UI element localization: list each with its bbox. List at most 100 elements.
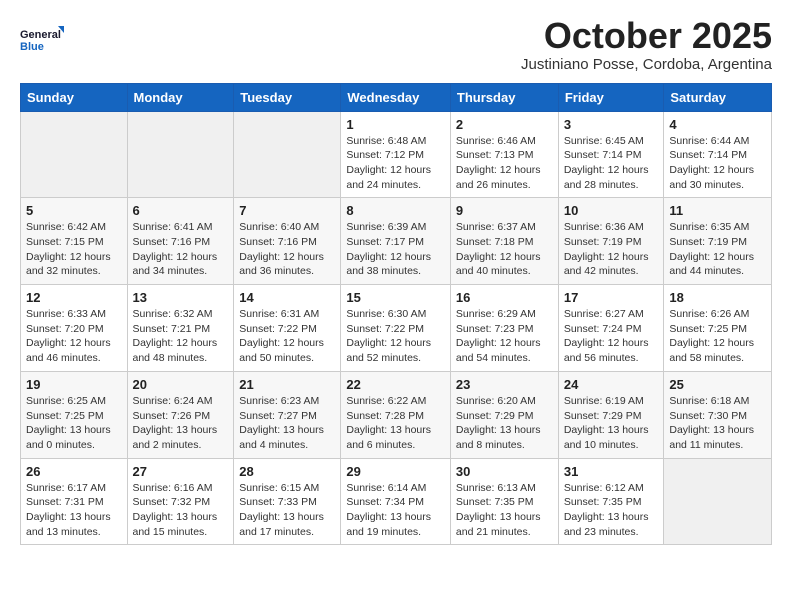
day-number: 27 xyxy=(133,464,229,479)
day-info: Sunrise: 6:30 AM Sunset: 7:22 PM Dayligh… xyxy=(346,307,445,366)
day-info: Sunrise: 6:12 AM Sunset: 7:35 PM Dayligh… xyxy=(564,481,659,540)
calendar-empty-cell xyxy=(21,111,128,198)
day-number: 12 xyxy=(26,290,122,305)
day-info: Sunrise: 6:23 AM Sunset: 7:27 PM Dayligh… xyxy=(239,394,335,453)
calendar-day-27: 27 Sunrise: 6:16 AM Sunset: 7:32 PM Dayli… xyxy=(127,458,234,545)
day-info: Sunrise: 6:31 AM Sunset: 7:22 PM Dayligh… xyxy=(239,307,335,366)
col-header-tuesday: Tuesday xyxy=(234,83,341,111)
calendar-week-row: 19Sunrise: 6:25 AM Sunset: 7:25 PM Dayli… xyxy=(21,371,772,458)
calendar-week-row: 12 Sunrise: 6:33 AM Sunset: 7:20 PM Dayli… xyxy=(21,285,772,372)
calendar-week-row: 1 Sunrise: 6:48 AM Sunset: 7:12 PM Daylig… xyxy=(21,111,772,198)
day-number: 22 xyxy=(346,377,445,392)
calendar-day-28: 28 Sunrise: 6:15 AM Sunset: 7:33 PM Dayli… xyxy=(234,458,341,545)
calendar-day-5: 5 Sunrise: 6:42 AM Sunset: 7:15 PM Daylig… xyxy=(21,198,128,285)
day-number: 2 xyxy=(456,117,553,132)
day-number: 28 xyxy=(239,464,335,479)
header: General Blue October 2025 Justiniano Pos… xyxy=(20,16,772,73)
calendar-week-row: 26 Sunrise: 6:17 AM Sunset: 7:31 PM Dayli… xyxy=(21,458,772,545)
calendar-empty-cell xyxy=(234,111,341,198)
calendar-day-12: 12 Sunrise: 6:33 AM Sunset: 7:20 PM Dayli… xyxy=(21,285,128,372)
day-info: Sunrise: 6:20 AM Sunset: 7:29 PM Dayligh… xyxy=(456,394,553,453)
calendar-day-1: 1 Sunrise: 6:48 AM Sunset: 7:12 PM Daylig… xyxy=(341,111,451,198)
day-number: 29 xyxy=(346,464,445,479)
day-number: 30 xyxy=(456,464,553,479)
day-number: 26 xyxy=(26,464,122,479)
calendar-day-19: 19Sunrise: 6:25 AM Sunset: 7:25 PM Dayli… xyxy=(21,371,128,458)
day-info: Sunrise: 6:19 AM Sunset: 7:29 PM Dayligh… xyxy=(564,394,659,453)
day-number: 14 xyxy=(239,290,335,305)
col-header-monday: Monday xyxy=(127,83,234,111)
day-number: 15 xyxy=(346,290,445,305)
day-info: Sunrise: 6:25 AM Sunset: 7:25 PM Dayligh… xyxy=(26,394,122,453)
day-number: 4 xyxy=(669,117,766,132)
month-title: October 2025 xyxy=(521,16,772,56)
day-number: 3 xyxy=(564,117,659,132)
day-info: Sunrise: 6:15 AM Sunset: 7:33 PM Dayligh… xyxy=(239,481,335,540)
calendar-day-26: 26 Sunrise: 6:17 AM Sunset: 7:31 PM Dayli… xyxy=(21,458,128,545)
day-info: Sunrise: 6:46 AM Sunset: 7:13 PM Dayligh… xyxy=(456,134,553,193)
day-info: Sunrise: 6:45 AM Sunset: 7:14 PM Dayligh… xyxy=(564,134,659,193)
col-header-wednesday: Wednesday xyxy=(341,83,451,111)
logo: General Blue xyxy=(20,16,64,56)
day-number: 1 xyxy=(346,117,445,132)
calendar-day-8: 8 Sunrise: 6:39 AM Sunset: 7:17 PM Daylig… xyxy=(341,198,451,285)
day-info: Sunrise: 6:26 AM Sunset: 7:25 PM Dayligh… xyxy=(669,307,766,366)
calendar-day-4: 4 Sunrise: 6:44 AM Sunset: 7:14 PM Daylig… xyxy=(664,111,772,198)
calendar-day-29: 29 Sunrise: 6:14 AM Sunset: 7:34 PM Dayli… xyxy=(341,458,451,545)
calendar-day-23: 23Sunrise: 6:20 AM Sunset: 7:29 PM Dayli… xyxy=(450,371,558,458)
calendar-day-18: 18 Sunrise: 6:26 AM Sunset: 7:25 PM Dayli… xyxy=(664,285,772,372)
day-info: Sunrise: 6:29 AM Sunset: 7:23 PM Dayligh… xyxy=(456,307,553,366)
day-info: Sunrise: 6:36 AM Sunset: 7:19 PM Dayligh… xyxy=(564,220,659,279)
day-info: Sunrise: 6:14 AM Sunset: 7:34 PM Dayligh… xyxy=(346,481,445,540)
day-info: Sunrise: 6:40 AM Sunset: 7:16 PM Dayligh… xyxy=(239,220,335,279)
calendar-empty-cell xyxy=(664,458,772,545)
day-info: Sunrise: 6:44 AM Sunset: 7:14 PM Dayligh… xyxy=(669,134,766,193)
day-info: Sunrise: 6:39 AM Sunset: 7:17 PM Dayligh… xyxy=(346,220,445,279)
day-info: Sunrise: 6:48 AM Sunset: 7:12 PM Dayligh… xyxy=(346,134,445,193)
calendar-day-6: 6Sunrise: 6:41 AM Sunset: 7:16 PM Daylig… xyxy=(127,198,234,285)
calendar-day-10: 10Sunrise: 6:36 AM Sunset: 7:19 PM Dayli… xyxy=(558,198,664,285)
day-number: 8 xyxy=(346,203,445,218)
day-info: Sunrise: 6:35 AM Sunset: 7:19 PM Dayligh… xyxy=(669,220,766,279)
col-header-sunday: Sunday xyxy=(21,83,128,111)
calendar-day-17: 17 Sunrise: 6:27 AM Sunset: 7:24 PM Dayli… xyxy=(558,285,664,372)
calendar-day-9: 9 Sunrise: 6:37 AM Sunset: 7:18 PM Daylig… xyxy=(450,198,558,285)
calendar-day-21: 21 Sunrise: 6:23 AM Sunset: 7:27 PM Dayli… xyxy=(234,371,341,458)
day-number: 17 xyxy=(564,290,659,305)
calendar-day-20: 20Sunrise: 6:24 AM Sunset: 7:26 PM Dayli… xyxy=(127,371,234,458)
day-number: 18 xyxy=(669,290,766,305)
calendar-table: SundayMondayTuesdayWednesdayThursdayFrid… xyxy=(20,83,772,546)
calendar-day-22: 22 Sunrise: 6:22 AM Sunset: 7:28 PM Dayli… xyxy=(341,371,451,458)
calendar-day-11: 11 Sunrise: 6:35 AM Sunset: 7:19 PM Dayli… xyxy=(664,198,772,285)
day-info: Sunrise: 6:42 AM Sunset: 7:15 PM Dayligh… xyxy=(26,220,122,279)
day-number: 25 xyxy=(669,377,766,392)
day-number: 31 xyxy=(564,464,659,479)
day-number: 20 xyxy=(133,377,229,392)
col-header-friday: Friday xyxy=(558,83,664,111)
calendar-day-30: 30Sunrise: 6:13 AM Sunset: 7:35 PM Dayli… xyxy=(450,458,558,545)
day-number: 24 xyxy=(564,377,659,392)
day-number: 11 xyxy=(669,203,766,218)
calendar-day-3: 3 Sunrise: 6:45 AM Sunset: 7:14 PM Daylig… xyxy=(558,111,664,198)
logo-icon: General Blue xyxy=(20,16,64,56)
day-info: Sunrise: 6:37 AM Sunset: 7:18 PM Dayligh… xyxy=(456,220,553,279)
svg-text:General: General xyxy=(20,29,61,41)
calendar-week-row: 5 Sunrise: 6:42 AM Sunset: 7:15 PM Daylig… xyxy=(21,198,772,285)
day-info: Sunrise: 6:33 AM Sunset: 7:20 PM Dayligh… xyxy=(26,307,122,366)
col-header-thursday: Thursday xyxy=(450,83,558,111)
location: Justiniano Posse, Cordoba, Argentina xyxy=(521,56,772,73)
day-info: Sunrise: 6:17 AM Sunset: 7:31 PM Dayligh… xyxy=(26,481,122,540)
day-info: Sunrise: 6:16 AM Sunset: 7:32 PM Dayligh… xyxy=(133,481,229,540)
title-block: October 2025 Justiniano Posse, Cordoba, … xyxy=(521,16,772,73)
calendar-day-2: 2 Sunrise: 6:46 AM Sunset: 7:13 PM Daylig… xyxy=(450,111,558,198)
day-number: 9 xyxy=(456,203,553,218)
day-info: Sunrise: 6:41 AM Sunset: 7:16 PM Dayligh… xyxy=(133,220,229,279)
calendar-day-13: 13Sunrise: 6:32 AM Sunset: 7:21 PM Dayli… xyxy=(127,285,234,372)
day-number: 21 xyxy=(239,377,335,392)
day-info: Sunrise: 6:27 AM Sunset: 7:24 PM Dayligh… xyxy=(564,307,659,366)
day-info: Sunrise: 6:22 AM Sunset: 7:28 PM Dayligh… xyxy=(346,394,445,453)
day-info: Sunrise: 6:32 AM Sunset: 7:21 PM Dayligh… xyxy=(133,307,229,366)
calendar-day-24: 24 Sunrise: 6:19 AM Sunset: 7:29 PM Dayli… xyxy=(558,371,664,458)
day-number: 5 xyxy=(26,203,122,218)
calendar-day-25: 25Sunrise: 6:18 AM Sunset: 7:30 PM Dayli… xyxy=(664,371,772,458)
